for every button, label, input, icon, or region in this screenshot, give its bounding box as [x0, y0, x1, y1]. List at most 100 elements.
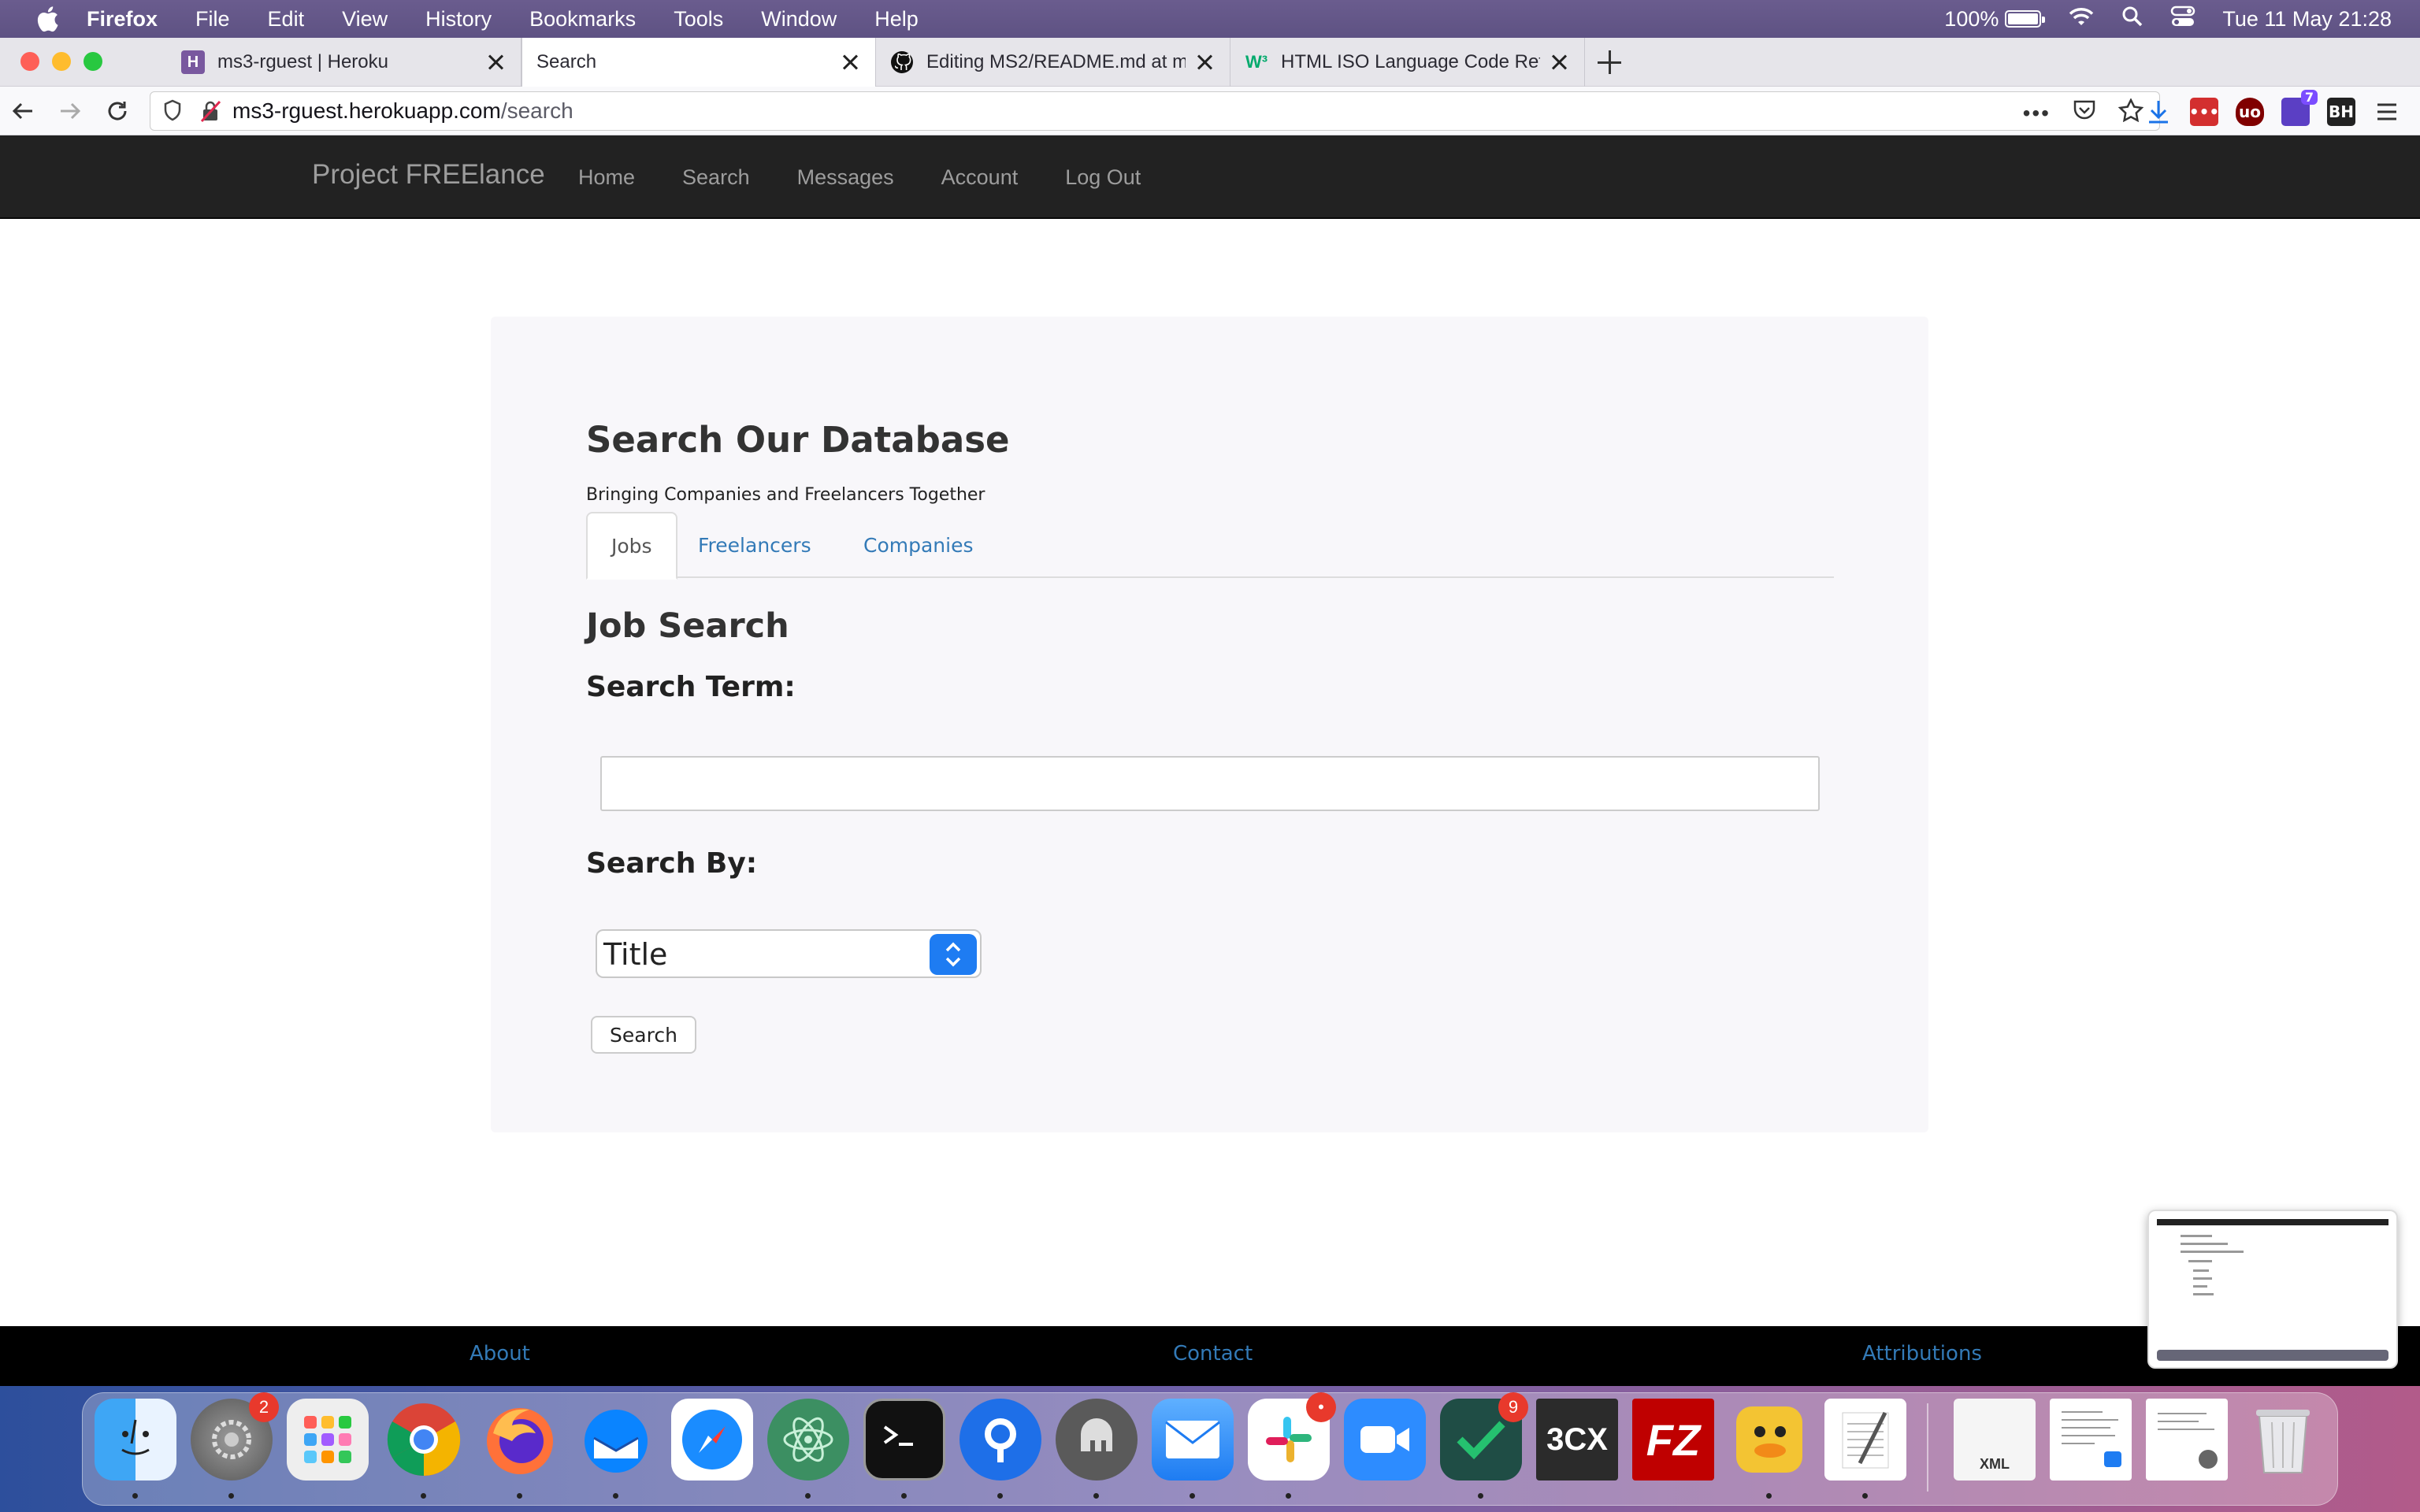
zoom-icon[interactable]: [1344, 1399, 1426, 1480]
menu-bookmarks[interactable]: Bookmarks: [529, 7, 636, 32]
close-tab-icon[interactable]: [1548, 51, 1570, 73]
search-term-input[interactable]: [600, 756, 1820, 811]
running-indicator: [1478, 1493, 1483, 1499]
bh-extension-icon[interactable]: BH: [2327, 98, 2355, 126]
nav-account[interactable]: Account: [941, 165, 1019, 190]
running-indicator: [1862, 1493, 1868, 1499]
search-by-select[interactable]: Title: [596, 929, 982, 978]
running-indicator: [1286, 1493, 1291, 1499]
chrome-icon[interactable]: [383, 1399, 465, 1480]
filezilla-icon[interactable]: FZ: [1632, 1399, 1714, 1480]
downloads-icon[interactable]: [2144, 98, 2173, 126]
footer-about-link[interactable]: About: [470, 1342, 530, 1366]
close-tab-icon[interactable]: [484, 51, 507, 73]
menubar-clock[interactable]: Tue 11 May 21:28: [2222, 7, 2392, 32]
search-by-label: Search By:: [586, 847, 758, 880]
insecure-lock-icon[interactable]: [199, 99, 221, 123]
window-controls: [20, 52, 102, 71]
running-indicator: [132, 1493, 138, 1499]
tracking-shield-icon[interactable]: [163, 99, 184, 123]
close-tab-icon[interactable]: [839, 51, 861, 73]
lastpass-extension-icon[interactable]: •••: [2189, 98, 2219, 126]
site-brand[interactable]: Project FREElance: [312, 159, 545, 191]
terminal-icon[interactable]: [863, 1399, 945, 1480]
safari-icon[interactable]: [671, 1399, 753, 1480]
slack-badge: •: [1306, 1392, 1336, 1422]
menu-help[interactable]: Help: [874, 7, 919, 32]
nav-log-out[interactable]: Log Out: [1065, 165, 1141, 190]
extension-badge-icon[interactable]: 7: [2281, 90, 2318, 126]
bookmark-star-icon[interactable]: [2118, 98, 2144, 128]
menu-history[interactable]: History: [425, 7, 492, 32]
spotlight-search-icon[interactable]: [2121, 6, 2143, 33]
tab-companies[interactable]: Companies: [840, 512, 997, 578]
slack-icon[interactable]: •: [1248, 1392, 1336, 1480]
footer-attributions-link[interactable]: Attributions: [1862, 1342, 1982, 1366]
page-actions-icon[interactable]: •••: [2023, 101, 2051, 126]
running-indicator: [1766, 1493, 1772, 1499]
tab-freelancers[interactable]: Freelancers: [674, 512, 835, 578]
wifi-icon[interactable]: [2068, 6, 2095, 32]
menu-app-firefox[interactable]: Firefox: [87, 7, 158, 32]
tab-jobs[interactable]: Jobs: [586, 512, 677, 580]
tableplus-elephant-icon[interactable]: [1056, 1399, 1138, 1480]
nav-messages[interactable]: Messages: [797, 165, 894, 190]
system-preferences-icon[interactable]: 2: [191, 1392, 279, 1480]
running-indicator: [1093, 1493, 1099, 1499]
battery-icon: [2005, 10, 2046, 28]
pocket-icon[interactable]: [2073, 99, 2096, 127]
tab-title: Search: [536, 51, 597, 72]
recent-document-1-icon[interactable]: [2050, 1399, 2132, 1480]
menu-file[interactable]: File: [195, 7, 230, 32]
menu-edit[interactable]: Edit: [268, 7, 305, 32]
textedit-icon[interactable]: [1824, 1399, 1906, 1480]
apple-icon[interactable]: [32, 3, 63, 35]
new-tab-plus-icon[interactable]: [1593, 46, 1626, 79]
minimize-window-button[interactable]: [52, 52, 71, 71]
dock-separator: [1927, 1403, 1928, 1492]
menu-tools[interactable]: Tools: [674, 7, 723, 32]
tab-title: HTML ISO Language Code Refe: [1281, 51, 1540, 72]
xml-file-icon[interactable]: XML: [1954, 1399, 2036, 1480]
battery-status[interactable]: 100%: [1944, 7, 2046, 32]
menu-view[interactable]: View: [342, 7, 388, 32]
todo-checkmark-icon[interactable]: 9: [1440, 1392, 1528, 1480]
reload-icon[interactable]: [104, 98, 131, 124]
trash-icon[interactable]: [2242, 1399, 2324, 1480]
tab-title: Editing MS2/README.md at ma: [926, 51, 1186, 72]
screenshot-thumbnail[interactable]: [2147, 1210, 2398, 1369]
footer-contact-link[interactable]: Contact: [1173, 1342, 1253, 1366]
nav-search[interactable]: Search: [682, 165, 750, 190]
launchpad-icon[interactable]: [287, 1399, 369, 1480]
firefox-icon[interactable]: [479, 1399, 561, 1480]
forward-arrow-icon[interactable]: [57, 98, 84, 124]
cyberduck-icon[interactable]: [1728, 1399, 1810, 1480]
search-term-label: Search Term:: [586, 671, 796, 703]
zoom-window-button[interactable]: [84, 52, 102, 71]
menu-window[interactable]: Window: [761, 7, 837, 32]
tab-title: ms3-rguest | Heroku: [217, 51, 388, 72]
ublock-origin-icon[interactable]: uo: [2236, 98, 2264, 126]
thunderbird-icon[interactable]: [575, 1399, 657, 1480]
browser-tab-search[interactable]: Search: [521, 38, 876, 87]
search-by-selected-value: Title: [603, 937, 668, 972]
close-window-button[interactable]: [20, 52, 39, 71]
running-indicator: [613, 1493, 618, 1499]
search-button[interactable]: Search: [591, 1016, 696, 1054]
todo-badge: 9: [1498, 1392, 1528, 1422]
browser-tab-github[interactable]: Editing MS2/README.md at ma: [876, 38, 1230, 87]
finder-icon[interactable]: [95, 1399, 176, 1480]
url-bar[interactable]: ms3-rguest.herokuapp.com/search •••: [150, 91, 2160, 131]
control-center-icon[interactable]: [2170, 6, 2195, 33]
hamburger-menu-icon[interactable]: [2373, 98, 2401, 126]
proxyman-icon[interactable]: [959, 1399, 1041, 1480]
recent-document-2-icon[interactable]: [2146, 1399, 2228, 1480]
mail-icon[interactable]: [1152, 1399, 1234, 1480]
atom-icon[interactable]: [767, 1399, 849, 1480]
browser-tab-w3schools[interactable]: W³ HTML ISO Language Code Refe: [1230, 38, 1585, 87]
nav-home[interactable]: Home: [578, 165, 635, 190]
3cx-icon[interactable]: 3CX: [1536, 1399, 1618, 1480]
back-arrow-icon[interactable]: [9, 98, 36, 124]
browser-tab-heroku[interactable]: H ms3-rguest | Heroku: [167, 38, 521, 87]
close-tab-icon[interactable]: [1193, 51, 1216, 73]
